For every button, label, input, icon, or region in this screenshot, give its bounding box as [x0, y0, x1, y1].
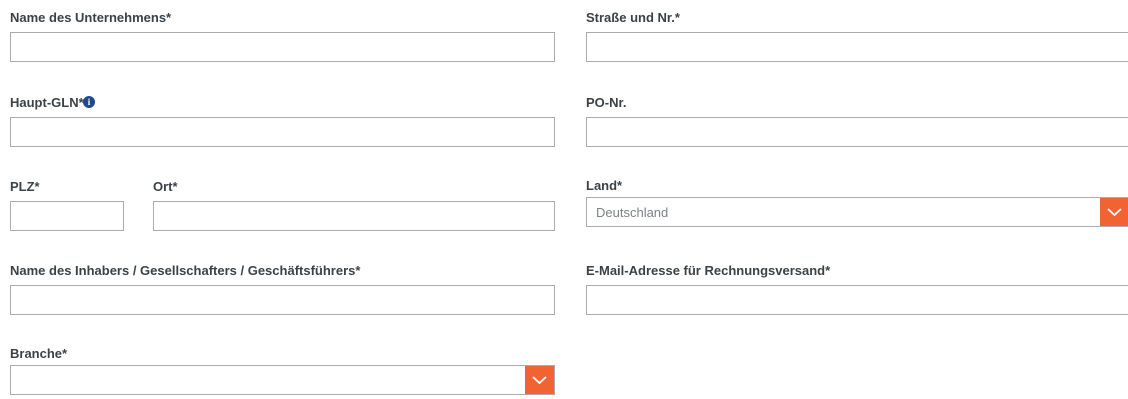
owner-name-label: Name des Inhabers / Gesellschafters / Ge…	[10, 263, 361, 278]
chevron-down-icon[interactable]	[1100, 198, 1128, 226]
info-icon[interactable]: i	[83, 96, 95, 108]
company-name-input[interactable]	[10, 32, 555, 62]
country-select-value: Deutschland	[596, 205, 669, 220]
invoice-email-label: E-Mail-Adresse für Rechnungsversand*	[586, 263, 831, 278]
main-gln-input[interactable]	[10, 117, 555, 147]
city-input[interactable]	[153, 201, 555, 231]
city-label: Ort*	[153, 179, 178, 194]
invoice-email-input[interactable]	[586, 285, 1128, 315]
company-name-label: Name des Unternehmens*	[10, 10, 172, 25]
chevron-down-icon[interactable]	[525, 366, 554, 394]
country-select[interactable]: Deutschland	[586, 197, 1128, 227]
po-number-input[interactable]	[586, 117, 1128, 147]
country-label: Land*	[586, 178, 623, 193]
street-label: Straße und Nr.*	[586, 10, 680, 25]
po-number-label: PO-Nr.	[586, 95, 627, 110]
owner-name-input[interactable]	[10, 285, 555, 315]
industry-select[interactable]	[10, 365, 555, 395]
main-gln-label-text: Haupt-GLN*	[10, 95, 84, 110]
street-input[interactable]	[586, 32, 1128, 62]
industry-label: Branche*	[10, 346, 68, 361]
main-gln-label: Haupt-GLN*	[10, 95, 84, 111]
zip-input[interactable]	[10, 201, 124, 231]
zip-label: PLZ*	[10, 179, 40, 194]
